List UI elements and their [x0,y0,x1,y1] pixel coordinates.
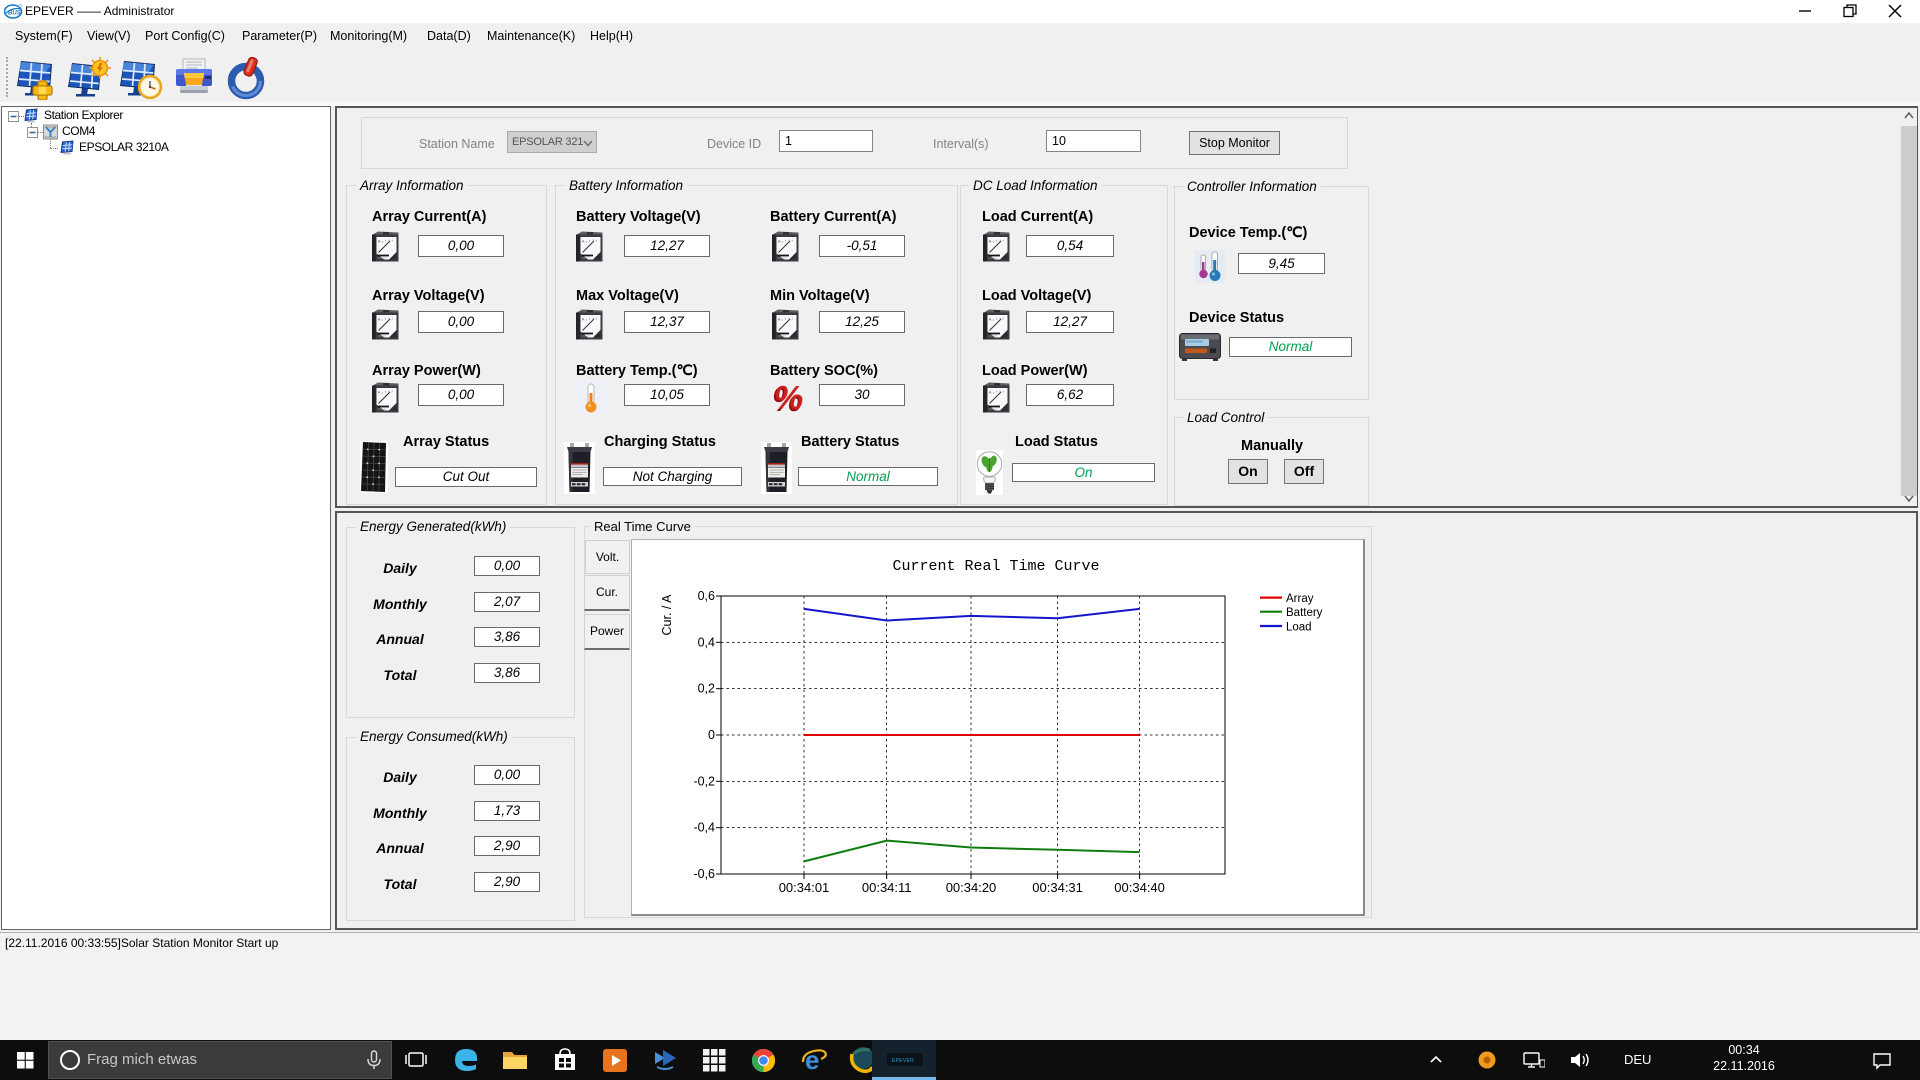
svg-text:A: A [582,317,585,322]
svg-text:A: A [582,239,585,244]
svg-text:A: A [778,317,781,322]
svg-text:00:34:01: 00:34:01 [779,880,830,895]
svg-text:A: A [378,239,381,244]
svg-text:BUS: BUS [8,11,21,17]
svg-text:0: 0 [708,728,715,742]
svg-text:A: A [989,317,992,322]
svg-text:0,4: 0,4 [698,635,715,649]
svg-text:0,6: 0,6 [698,589,715,603]
svg-text:A: A [989,239,992,244]
svg-text:A: A [778,239,781,244]
svg-text:0,2: 0,2 [698,682,715,696]
svg-text:-0,2: -0,2 [693,774,715,788]
svg-text:-0,4: -0,4 [693,821,715,835]
svg-text:00:34:20: 00:34:20 [946,880,997,895]
svg-text:%: % [774,382,803,415]
svg-text:A: A [378,317,381,322]
svg-text:-0,6: -0,6 [693,867,715,881]
svg-text:Load: Load [1286,622,1312,634]
svg-text:Cur. / A: Cur. / A [660,594,674,636]
svg-text:00:34:31: 00:34:31 [1032,880,1083,895]
svg-text:Array: Array [1286,593,1314,605]
svg-text:A: A [989,390,992,395]
svg-text:00:34:11: 00:34:11 [862,880,912,895]
svg-text:00:34:40: 00:34:40 [1114,880,1165,895]
svg-text:Current Real Time Curve: Current Real Time Curve [892,558,1099,575]
svg-text:A: A [378,390,381,395]
svg-text:Battery: Battery [1286,607,1323,619]
